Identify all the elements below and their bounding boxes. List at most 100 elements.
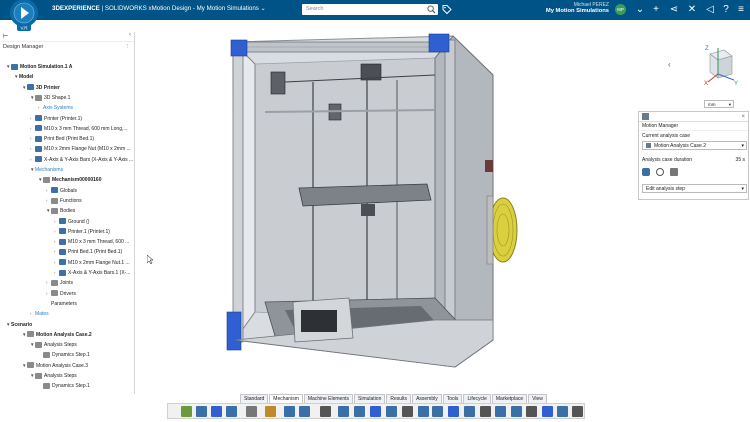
- tab-standard[interactable]: Standard: [240, 394, 269, 403]
- tree-item[interactable]: › X-Axis & Y-Axis Bars.1 (X-...: [54, 268, 131, 278]
- chevron-left-icon[interactable]: ‹: [668, 60, 671, 69]
- toolbar-tool-icon[interactable]: [320, 406, 331, 417]
- tree-icon[interactable]: ⊢: [3, 33, 8, 40]
- tree-item[interactable]: ▼ Motion Simulation.1 A: [6, 62, 72, 72]
- avatar[interactable]: MP: [615, 4, 626, 15]
- edit-step-select[interactable]: Edit analysis step ▾: [642, 184, 747, 193]
- tree-item[interactable]: ▼ 3D Printer: [22, 83, 60, 93]
- toolbar-tool-icon[interactable]: [338, 406, 349, 417]
- toolbar-tool-icon[interactable]: [211, 406, 222, 417]
- toolbar-tool-icon[interactable]: [464, 406, 475, 417]
- 3d-viewport[interactable]: [135, 20, 750, 394]
- user-info[interactable]: Michael PEREZ My Motion Simulations: [545, 2, 609, 14]
- tab-marketplace[interactable]: Marketplace: [491, 394, 528, 403]
- tab-simulation[interactable]: Simulation: [354, 394, 386, 403]
- share-icon[interactable]: ⋖: [668, 3, 680, 17]
- tree-node-icon: [35, 94, 42, 101]
- tab-tools[interactable]: Tools: [442, 394, 463, 403]
- tree-item[interactable]: › Print Bed (Print Bed.1): [30, 134, 94, 144]
- toolbar-tool-icon[interactable]: [448, 406, 459, 417]
- search-input[interactable]: Search: [306, 6, 323, 12]
- tree-node-icon: [51, 207, 58, 214]
- toolbar-tool-icon[interactable]: [418, 406, 429, 417]
- tree-item-label: 3D Shape.1: [44, 94, 71, 101]
- tree-item-label: Motion Analysis Case.3: [36, 362, 88, 369]
- help-icon[interactable]: ?: [720, 3, 732, 17]
- tree-item[interactable]: › Joints: [46, 278, 73, 288]
- tree-item[interactable]: ▼ 3D Shape.1: [30, 93, 70, 103]
- chevron-down-icon[interactable]: ⌄: [261, 5, 266, 12]
- tree-item[interactable]: › Functions: [46, 196, 82, 206]
- tree-item[interactable]: ▼Mechanisms: [30, 165, 63, 175]
- tree-item[interactable]: › Printer.1 (Printer.1): [54, 227, 110, 237]
- tree-item[interactable]: › Mates: [30, 309, 49, 319]
- tree-item[interactable]: ▼ Bodies: [46, 206, 75, 216]
- current-case-select[interactable]: Motion Analysis Case.2 ▾: [642, 141, 747, 150]
- search-icon[interactable]: [427, 5, 436, 14]
- toolbar-tool-icon[interactable]: [299, 406, 310, 417]
- toolbar-tool-icon[interactable]: [432, 406, 443, 417]
- tree-item[interactable]: ▼Scenario: [6, 320, 32, 330]
- tree-item[interactable]: Parameters: [46, 299, 77, 309]
- toolbar-tool-icon[interactable]: [542, 406, 553, 417]
- tree-item[interactable]: Dynamics Step.1: [38, 350, 90, 360]
- toolbar-tool-icon[interactable]: [354, 406, 365, 417]
- axis-triad[interactable]: Z X Y: [700, 44, 742, 86]
- tag-icon[interactable]: [442, 4, 452, 15]
- toolbar-tool-icon[interactable]: [284, 406, 295, 417]
- chevron-down-icon[interactable]: ⌄: [634, 3, 646, 17]
- toolbar-tool-icon[interactable]: [557, 406, 568, 417]
- add-icon[interactable]: +: [650, 3, 662, 17]
- tree-item[interactable]: › M10 x 3 mm Thread, 600 mm Long,...: [30, 124, 128, 134]
- printer-model[interactable]: [135, 20, 750, 394]
- tree-item[interactable]: › X-Axis & Y-Axis Bars (X-Axis & Y-Axis .…: [30, 155, 133, 165]
- menu-icon[interactable]: ≡: [735, 3, 747, 17]
- tree-item[interactable]: ▼ Motion Analysis Case.3: [22, 361, 88, 371]
- tree-item[interactable]: › Globals: [46, 186, 77, 196]
- more-options-icon[interactable]: ⋮: [125, 42, 131, 52]
- tree-item[interactable]: › Axis Systems: [38, 103, 73, 113]
- tree-item[interactable]: › M10 x 2mm Flange Nut (M10 x 2mm ...: [30, 144, 131, 154]
- toolbar-tool-icon[interactable]: [495, 406, 506, 417]
- toolbar-tool-icon[interactable]: [511, 406, 522, 417]
- tree-item[interactable]: ▼ Motion Analysis Case.2: [22, 330, 92, 340]
- communication-icon[interactable]: ◁: [704, 3, 716, 17]
- toolbar-tool-icon[interactable]: [226, 406, 237, 417]
- tree-item[interactable]: › Printer (Printer.1): [30, 114, 82, 124]
- tab-lifecycle[interactable]: Lifecycle: [463, 394, 491, 403]
- tools-icon[interactable]: ✕: [686, 3, 698, 17]
- toolbar-tool-icon[interactable]: [196, 406, 207, 417]
- compass-icon[interactable]: V.R: [2, 0, 46, 32]
- toolbar-tool-icon[interactable]: [246, 406, 257, 417]
- tree-item[interactable]: › M10 x 3 mm Thread, 600 ...: [54, 237, 129, 247]
- tree-item[interactable]: ▼ Analysis Steps: [30, 371, 77, 381]
- toolbar-tool-icon[interactable]: [402, 406, 413, 417]
- tree-item[interactable]: › Drivers: [46, 289, 76, 299]
- run-icon[interactable]: [642, 168, 650, 176]
- toolbar-tool-icon[interactable]: [370, 406, 381, 417]
- tab-assembly[interactable]: Assembly: [412, 394, 442, 403]
- tab-results[interactable]: Results: [386, 394, 412, 403]
- tree-item[interactable]: › Ground (): [54, 217, 89, 227]
- close-icon[interactable]: ×: [741, 112, 745, 122]
- settings-icon[interactable]: [656, 168, 664, 176]
- toolbar-tool-icon[interactable]: [480, 406, 491, 417]
- tree-item[interactable]: › M10 x 2mm Flange Nut.1 ...: [54, 258, 130, 268]
- tree-item[interactable]: › Print Bed.1 (Print Bed.1): [54, 247, 122, 257]
- search-box[interactable]: Search: [302, 4, 438, 15]
- tab-view[interactable]: View: [528, 394, 547, 403]
- tree-item[interactable]: ▼ Mechanism00000160: [38, 175, 101, 185]
- tab-mechanism[interactable]: Mechanism: [269, 394, 303, 403]
- tree-item[interactable]: Dynamics Step.1: [38, 381, 90, 391]
- tree-item[interactable]: ▼Model: [14, 72, 33, 82]
- toolbar-tool-icon[interactable]: [526, 406, 537, 417]
- units-selector[interactable]: mm ▾: [704, 100, 734, 108]
- results-icon[interactable]: [670, 168, 678, 176]
- tab-machine-elements[interactable]: Machine Elements: [303, 394, 354, 403]
- toolbar-tool-icon[interactable]: [572, 406, 583, 417]
- toolbar-tool-icon[interactable]: [265, 406, 276, 417]
- tree-item[interactable]: ▼ Analysis Steps: [30, 340, 77, 350]
- toolbar-tool-icon[interactable]: [386, 406, 397, 417]
- toolbar-tool-icon[interactable]: [181, 406, 192, 417]
- collapse-icon[interactable]: ‹: [129, 32, 131, 38]
